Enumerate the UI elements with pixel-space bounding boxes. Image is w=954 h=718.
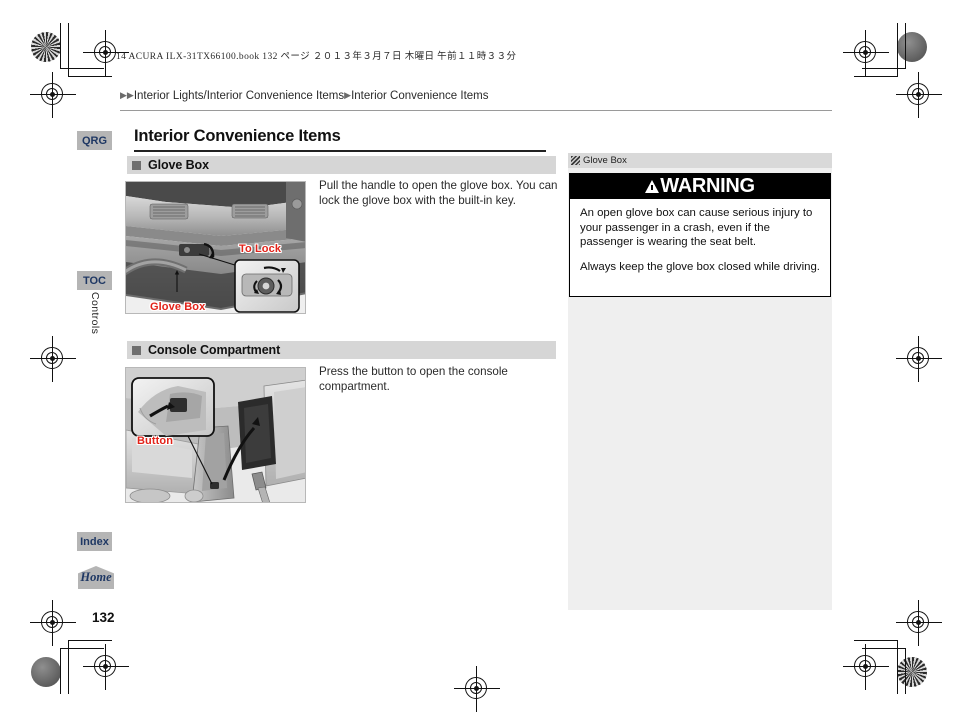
section-bullet-square-icon [132, 160, 141, 170]
section-body-glove-box: Pull the handle to open the glove box. Y… [319, 179, 558, 207]
registration-mark-left-middle [30, 336, 76, 382]
nav-tab-qrg[interactable]: QRG [77, 131, 112, 150]
warning-paragraph-2: Always keep the glove box closed while d… [580, 260, 820, 273]
warning-paragraph-1: An open glove box can cause serious inju… [580, 207, 813, 249]
section-heading-glove-box: Glove Box [127, 156, 556, 174]
nav-tab-home[interactable]: Home [78, 566, 114, 589]
header-divider [120, 110, 832, 111]
breadcrumb-part-1[interactable]: Interior Lights/Interior Convenience Ite… [134, 90, 344, 102]
nav-tab-qrg-label: QRG [81, 134, 108, 147]
print-star-target-top-left [31, 32, 61, 62]
figure-callout-button: Button [137, 435, 174, 447]
crop-mark-bottom-left-inner [68, 640, 112, 694]
crop-mark-top-left-inner [68, 23, 112, 77]
section-body-console-compartment: Press the button to open the console com… [319, 365, 508, 393]
registration-mark-right-middle [896, 336, 942, 382]
nav-tab-index-label: Index [80, 535, 109, 548]
info-sidebar-header: Glove Box [568, 153, 832, 168]
reference-link-icon [571, 156, 580, 165]
warning-box-title-bar: WARNING [570, 174, 830, 199]
crop-mark-bottom-right-inner [854, 640, 898, 694]
section-bullet-square-icon [132, 345, 141, 355]
registration-mark-left-upper [30, 72, 76, 118]
page-title-underline [134, 150, 546, 152]
figure-console-compartment: Button [125, 367, 306, 503]
nav-tab-toc[interactable]: TOC [77, 271, 112, 290]
registration-mark-bottom-center [454, 666, 500, 712]
figure-callout-to-lock: To Lock [239, 243, 282, 255]
breadcrumb-double-arrow-icon: ▶▶ [120, 90, 134, 100]
registration-mark-right-upper [896, 72, 942, 118]
page-title: Interior Convenience Items [134, 127, 341, 145]
breadcrumb: ▶▶Interior Lights/Interior Convenience I… [120, 90, 489, 102]
warning-box: WARNING An open glove box can cause seri… [569, 173, 831, 297]
crop-mark-top-right-inner [854, 23, 898, 77]
figure-glove-box: To Lock Glove Box [125, 181, 306, 314]
nav-tab-index[interactable]: Index [77, 532, 112, 551]
print-solid-target-bottom-left [31, 657, 61, 687]
chapter-label-controls: Controls [89, 292, 101, 335]
figure-callout-glove-box: Glove Box [150, 301, 206, 313]
breadcrumb-part-2[interactable]: Interior Convenience Items [351, 90, 488, 102]
warning-box-body: An open glove box can cause serious inju… [570, 199, 830, 274]
warning-title: WARNING [660, 175, 755, 197]
print-imprint-line: 14 ACURA ILX-31TX66100.book 132 ページ ２０１３… [116, 52, 517, 62]
section-heading-console-compartment: Console Compartment [127, 341, 556, 359]
nav-tab-home-label: Home [80, 570, 112, 584]
warning-triangle-icon [645, 180, 660, 193]
registration-mark-right-lower [896, 600, 942, 646]
section-heading-label: Glove Box [148, 158, 209, 172]
nav-tab-toc-label: TOC [82, 274, 107, 287]
section-heading-label: Console Compartment [148, 343, 281, 357]
page-number: 132 [92, 610, 115, 625]
info-sidebar-header-label: Glove Box [583, 155, 627, 166]
